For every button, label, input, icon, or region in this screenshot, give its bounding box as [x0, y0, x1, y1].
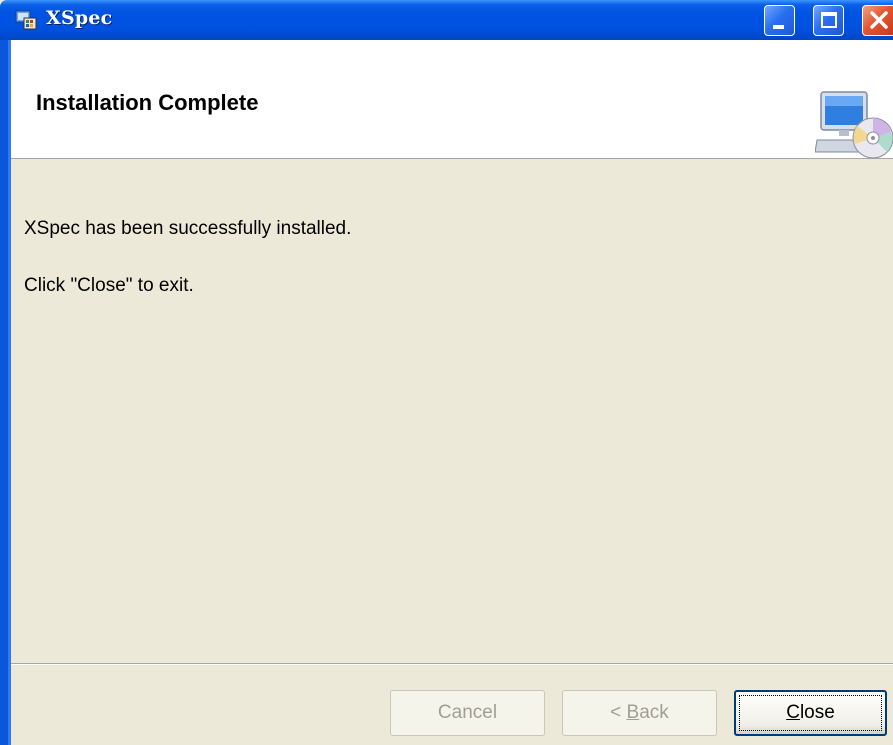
cancel-button[interactable]: Cancel — [390, 690, 545, 736]
minimize-button[interactable] — [764, 5, 795, 36]
window-title: XSpec — [46, 7, 113, 29]
title-bar[interactable]: XSpec — [0, 0, 893, 40]
page-title: Installation Complete — [36, 90, 259, 115]
footer-divider-highlight — [11, 664, 893, 665]
back-button-label: ack — [639, 702, 669, 723]
focus-rectangle — [739, 695, 882, 731]
close-button[interactable]: Close — [734, 690, 887, 736]
cancel-button-label: Cancel — [437, 702, 498, 723]
close-window-button[interactable] — [862, 5, 893, 36]
close-icon — [870, 11, 888, 29]
computer-with-cd-icon — [815, 91, 893, 159]
maximize-button[interactable] — [813, 5, 844, 36]
header-banner: Installation Complete — [11, 40, 893, 159]
back-button-prefix: < — [610, 702, 627, 723]
exit-instruction: Click "Close" to exit. — [24, 275, 194, 296]
success-message: XSpec has been successfully installed. — [24, 218, 352, 239]
installer-app-icon — [15, 10, 37, 30]
back-button[interactable]: < Back — [562, 690, 717, 736]
minimize-icon — [773, 25, 784, 29]
back-button-accelerator: B — [626, 702, 640, 723]
maximize-icon — [821, 12, 837, 28]
